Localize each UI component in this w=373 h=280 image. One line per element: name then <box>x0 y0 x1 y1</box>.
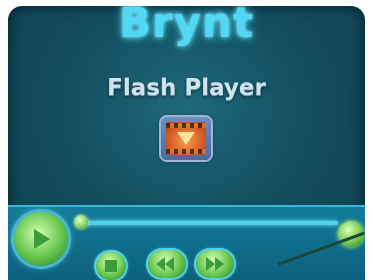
film-perforation-top <box>166 123 206 128</box>
previous-icon <box>156 257 165 271</box>
stop-icon <box>105 260 117 272</box>
play-button[interactable] <box>14 212 68 266</box>
next-icon <box>206 257 215 271</box>
volume-line <box>277 231 365 266</box>
player-frame: Brynt Flash Player <box>0 0 373 280</box>
seek-handle[interactable] <box>74 215 88 229</box>
stop-button[interactable] <box>96 252 126 280</box>
next-icon-second <box>215 257 224 271</box>
next-button[interactable] <box>196 250 234 278</box>
seek-track[interactable] <box>78 221 338 225</box>
previous-icon-second <box>165 257 174 271</box>
control-bar <box>8 205 365 280</box>
brand-title: Brynt <box>118 6 255 47</box>
film-strip-frame <box>166 122 206 155</box>
play-icon <box>34 229 50 249</box>
previous-button[interactable] <box>148 250 186 278</box>
player-subtitle: Flash Player <box>107 75 266 101</box>
film-perforation-bottom <box>166 149 206 154</box>
film-strip-icon[interactable] <box>161 117 211 160</box>
film-logo-glyph <box>177 132 195 145</box>
player-screen: Brynt Flash Player <box>8 6 365 280</box>
